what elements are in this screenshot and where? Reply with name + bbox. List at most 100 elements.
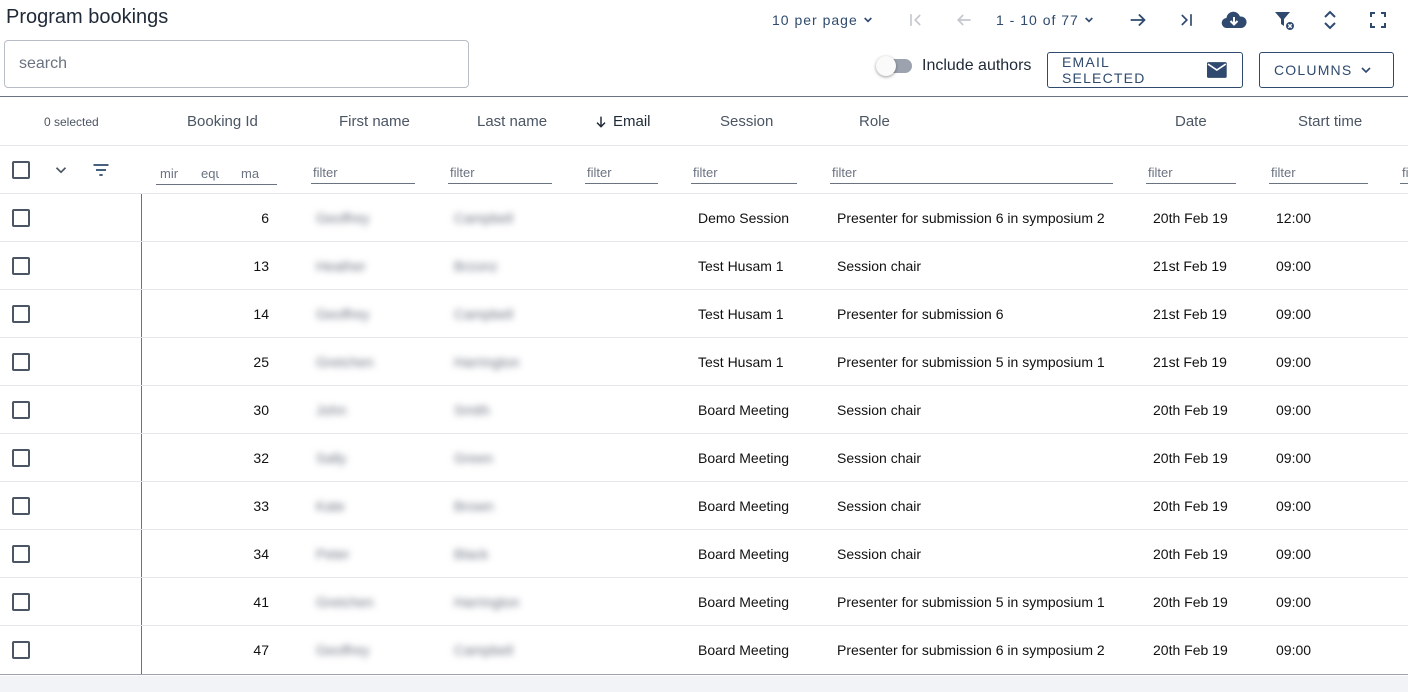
first-name-filter[interactable] bbox=[311, 160, 415, 184]
header-email[interactable]: Email bbox=[593, 97, 651, 146]
booking-id-max-filter[interactable] bbox=[239, 160, 261, 184]
session-cell: Board Meeting bbox=[698, 498, 790, 514]
mail-icon bbox=[1207, 62, 1228, 78]
download-button[interactable] bbox=[1220, 6, 1248, 34]
last-page-icon bbox=[1181, 14, 1192, 26]
row-checkbox[interactable] bbox=[12, 209, 30, 227]
date-filter[interactable] bbox=[1146, 160, 1236, 184]
date-cell: 20th Feb 19 bbox=[1153, 210, 1228, 226]
role-cell: Presenter for submission 6 in symposium … bbox=[837, 210, 1105, 226]
table-row[interactable]: 25 Gretchen Harrington Test Husam 1 Pres… bbox=[0, 338, 1408, 386]
last-page-button[interactable] bbox=[1172, 6, 1200, 34]
session-cell: Demo Session bbox=[698, 210, 790, 226]
table-row[interactable]: 41 Gretchen Harrington Board Meeting Pre… bbox=[0, 578, 1408, 626]
first-name-cell: Peter bbox=[316, 546, 350, 562]
header-first-name[interactable]: First name bbox=[339, 97, 410, 146]
columns-button[interactable]: COLUMNS bbox=[1259, 52, 1394, 88]
select-all-checkbox[interactable] bbox=[12, 161, 30, 179]
header-role[interactable]: Role bbox=[859, 97, 890, 146]
booking-id-cell: 30 bbox=[253, 402, 269, 418]
last-name-filter[interactable] bbox=[448, 160, 552, 184]
header-booking-id[interactable]: Booking Id bbox=[187, 97, 258, 146]
date-cell: 20th Feb 19 bbox=[1153, 402, 1228, 418]
bookings-grid: 0 selected Booking Id First name Last na… bbox=[0, 96, 1408, 675]
table-row[interactable]: 6 Geoffrey Campbell Demo Session Present… bbox=[0, 194, 1408, 242]
booking-id-min-filter[interactable] bbox=[158, 160, 182, 184]
toggle-track[interactable] bbox=[876, 56, 912, 76]
fullscreen-button[interactable] bbox=[1364, 6, 1392, 34]
row-checkbox[interactable] bbox=[12, 401, 30, 419]
expand-collapse-button[interactable] bbox=[1316, 6, 1344, 34]
page-range-select[interactable]: 1 - 10 of 77 bbox=[996, 12, 1097, 28]
start-time-cell: 09:00 bbox=[1276, 498, 1312, 514]
date-cell: 21st Feb 19 bbox=[1153, 306, 1227, 322]
start-time-cell: 09:00 bbox=[1276, 354, 1312, 370]
session-filter[interactable] bbox=[691, 160, 797, 184]
booking-id-cell: 33 bbox=[253, 498, 269, 514]
toggle-knob[interactable] bbox=[876, 56, 896, 76]
columns-label: COLUMNS bbox=[1274, 62, 1353, 78]
table-row[interactable]: 33 Kate Brown Board Meeting Session chai… bbox=[0, 482, 1408, 530]
role-filter[interactable] bbox=[830, 160, 1113, 184]
email-selected-label: EMAIL SELECTED bbox=[1062, 54, 1146, 86]
date-cell: 21st Feb 19 bbox=[1153, 258, 1227, 274]
page-range-label: 1 - 10 of 77 bbox=[996, 12, 1079, 28]
row-checkbox[interactable] bbox=[12, 257, 30, 275]
date-cell: 20th Feb 19 bbox=[1153, 594, 1228, 610]
row-checkbox[interactable] bbox=[12, 449, 30, 467]
first-name-cell: Geoffrey bbox=[316, 210, 370, 226]
header-email-label: Email bbox=[613, 113, 651, 130]
per-page-select[interactable]: 10 per page bbox=[772, 12, 876, 28]
table-row[interactable]: 13 Heather Brzonz Test Husam 1 Session c… bbox=[0, 242, 1408, 290]
overflow-column-filter[interactable] bbox=[1400, 160, 1408, 184]
first-name-cell: Gretchen bbox=[316, 354, 374, 370]
email-filter[interactable] bbox=[585, 160, 658, 184]
row-checkbox[interactable] bbox=[12, 497, 30, 515]
chevron-down-icon[interactable] bbox=[52, 161, 70, 179]
arrow-left-icon bbox=[956, 14, 971, 26]
date-cell: 20th Feb 19 bbox=[1153, 450, 1228, 466]
session-cell: Test Husam 1 bbox=[698, 306, 784, 322]
header-date[interactable]: Date bbox=[1175, 97, 1207, 146]
email-selected-button[interactable]: EMAIL SELECTED bbox=[1047, 52, 1243, 88]
session-cell: Test Husam 1 bbox=[698, 258, 784, 274]
filter-list-icon[interactable] bbox=[91, 160, 111, 180]
next-page-button[interactable] bbox=[1124, 6, 1152, 34]
table-row[interactable]: 47 Geoffrey Campbell Board Meeting Prese… bbox=[0, 626, 1408, 674]
row-checkbox[interactable] bbox=[12, 545, 30, 563]
header-last-name[interactable]: Last name bbox=[477, 97, 547, 146]
table-row[interactable]: 32 Sally Green Board Meeting Session cha… bbox=[0, 434, 1408, 482]
table-row[interactable]: 14 Geoffrey Campbell Test Husam 1 Presen… bbox=[0, 290, 1408, 338]
table-row[interactable]: 34 Peter Black Board Meeting Session cha… bbox=[0, 530, 1408, 578]
row-checkbox[interactable] bbox=[12, 305, 30, 323]
header-session[interactable]: Session bbox=[720, 97, 773, 146]
last-name-cell: Campbell bbox=[454, 210, 514, 226]
include-authors-toggle[interactable]: Include authors bbox=[876, 56, 1032, 76]
table-row[interactable]: 30 John Smith Board Meeting Session chai… bbox=[0, 386, 1408, 434]
first-name-cell: Sally bbox=[316, 450, 347, 466]
start-time-cell: 09:00 bbox=[1276, 546, 1312, 562]
search-input[interactable] bbox=[4, 40, 469, 88]
first-page-button[interactable] bbox=[902, 6, 930, 34]
row-checkbox[interactable] bbox=[12, 593, 30, 611]
row-checkbox[interactable] bbox=[12, 641, 30, 659]
previous-page-button[interactable] bbox=[950, 6, 978, 34]
start-time-cell: 09:00 bbox=[1276, 258, 1312, 274]
grid-body: 6 Geoffrey Campbell Demo Session Present… bbox=[0, 194, 1408, 674]
include-authors-label: Include authors bbox=[922, 57, 1032, 74]
session-cell: Test Husam 1 bbox=[698, 354, 784, 370]
cloud-download-icon bbox=[1221, 11, 1247, 29]
booking-id-cell: 32 bbox=[253, 450, 269, 466]
session-cell: Board Meeting bbox=[698, 546, 790, 562]
booking-id-cell: 25 bbox=[253, 354, 269, 370]
expand-collapse-icon bbox=[1324, 10, 1336, 30]
role-cell: Presenter for submission 6 bbox=[837, 306, 1004, 322]
start-time-cell: 09:00 bbox=[1276, 306, 1312, 322]
last-name-cell: Brown bbox=[454, 498, 494, 514]
header-start-time[interactable]: Start time bbox=[1298, 97, 1362, 146]
row-checkbox[interactable] bbox=[12, 353, 30, 371]
booking-id-equ-filter[interactable] bbox=[199, 160, 221, 184]
clear-filters-button[interactable] bbox=[1270, 6, 1298, 34]
booking-id-cell: 41 bbox=[253, 594, 269, 610]
start-time-filter[interactable] bbox=[1269, 160, 1368, 184]
